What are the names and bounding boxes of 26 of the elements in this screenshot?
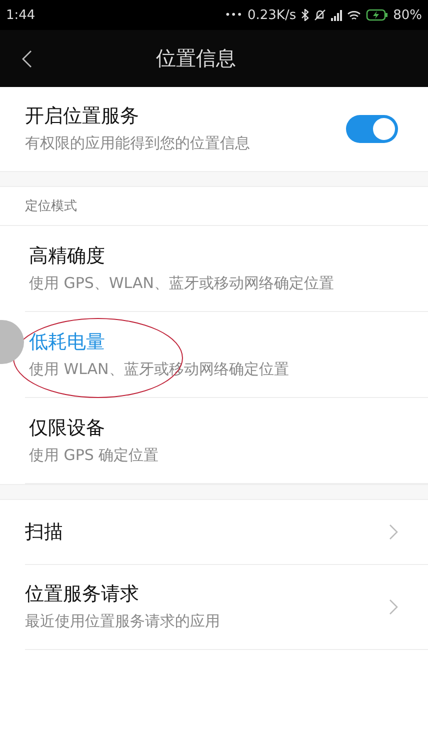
mode-title: 仅限设备	[29, 416, 106, 442]
settings-row[interactable]: 扫描	[25, 500, 428, 565]
notification-dots: •••	[224, 10, 242, 20]
setting-description: 有权限的应用能得到您的位置信息	[25, 133, 250, 154]
mode-description: 使用 GPS 确定位置	[29, 445, 159, 466]
wifi-icon	[347, 10, 362, 20]
mode-title: 低耗电量	[29, 330, 106, 356]
chevron-right-icon	[389, 599, 398, 615]
setting-title: 开启位置服务	[25, 104, 140, 130]
settings-row[interactable]: 位置服务请求 最近使用位置服务请求的应用	[25, 565, 428, 650]
battery-percent: 80%	[393, 8, 422, 22]
clock-text: 1:44	[6, 8, 36, 22]
setting-description: 最近使用位置服务请求的应用	[25, 611, 220, 632]
bell-muted-icon	[314, 9, 326, 21]
setting-title: 位置服务请求	[25, 582, 140, 608]
signal-icon	[331, 10, 342, 20]
mode-title: 高精确度	[29, 244, 106, 270]
page-title: 位置信息	[156, 45, 236, 72]
back-icon	[22, 50, 32, 68]
network-speed: 0.23K/s	[247, 8, 296, 22]
setting-title: 扫描	[25, 520, 63, 545]
battery-charging-icon	[366, 9, 388, 21]
mode-description: 使用 GPS、WLAN、蓝牙或移动网络确定位置	[29, 273, 334, 294]
chevron-right-icon	[389, 524, 398, 540]
bluetooth-icon	[301, 9, 310, 21]
toggle-switch[interactable]	[346, 115, 398, 143]
